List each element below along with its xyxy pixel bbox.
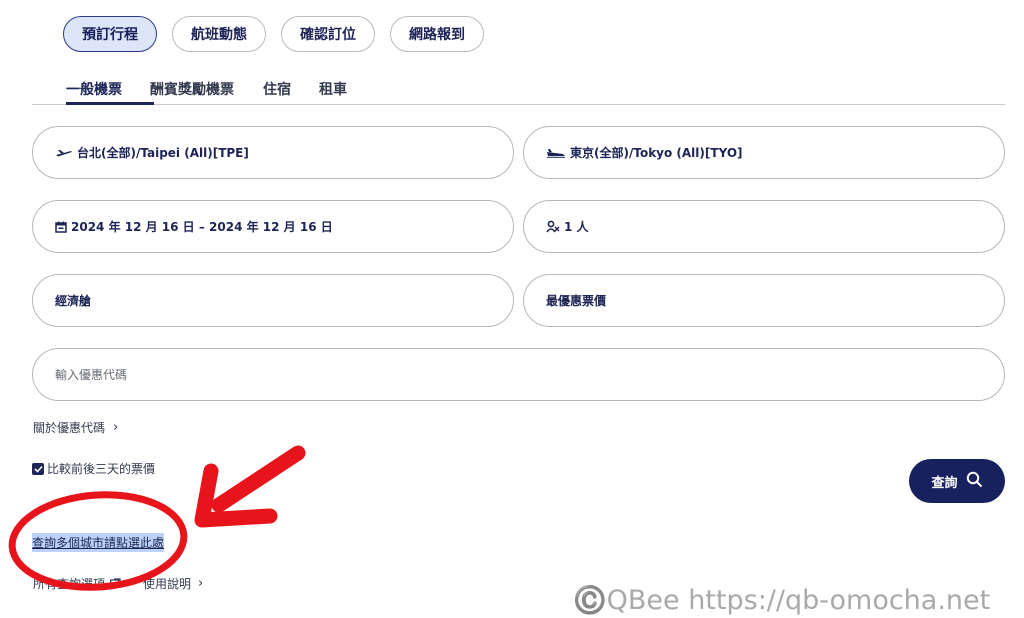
- product-tabs: 一般機票 酬賓獎勵機票 住宿 租車: [32, 70, 1005, 105]
- compare-fares-checkbox[interactable]: [32, 462, 44, 475]
- promo-code-input[interactable]: [55, 367, 955, 382]
- search-button[interactable]: 查詢: [909, 459, 1005, 503]
- active-tab-underline: [66, 102, 154, 105]
- destination-field[interactable]: 東京(全部)/Tokyo (All)[TYO]: [523, 126, 1005, 179]
- destination-value: 東京(全部)/Tokyo (All)[TYO]: [570, 146, 743, 160]
- tab-online-checkin[interactable]: 網路報到: [390, 16, 484, 52]
- chevron-right-icon: ›: [198, 576, 204, 591]
- bottom-links: 所有查詢選項 使用說明 ›: [33, 575, 203, 592]
- chevron-right-icon: ›: [113, 420, 119, 435]
- cabin-class-value: 經濟艙: [55, 294, 92, 308]
- fare-type-value: 最優惠票價: [546, 294, 607, 308]
- plane-takeoff-icon: [55, 148, 73, 158]
- travel-dates-field[interactable]: 2024 年 12 月 16 日 – 2024 年 12 月 16 日: [32, 200, 514, 253]
- origin-value: 台北(全部)/Taipei (All)[TPE]: [77, 146, 249, 160]
- tab-award-flights[interactable]: 酬賓獎勵機票: [150, 79, 234, 99]
- promo-code-info-link[interactable]: 關於優惠代碼 ›: [33, 419, 118, 436]
- tab-flight-status[interactable]: 航班動態: [172, 16, 266, 52]
- promo-code-field[interactable]: [32, 348, 1005, 401]
- booking-mode-tabs: 預訂行程 航班動態 確認訂位 網路報到: [63, 16, 484, 52]
- tab-flights[interactable]: 一般機票: [66, 79, 122, 99]
- person-icon: [546, 220, 560, 233]
- passengers-value: 1 人: [564, 220, 589, 234]
- origin-field[interactable]: 台北(全部)/Taipei (All)[TPE]: [32, 126, 514, 179]
- tab-car-rental[interactable]: 租車: [319, 79, 347, 99]
- compare-fares-checkbox-row[interactable]: 比較前後三天的票價: [32, 460, 155, 477]
- tab-hotels[interactable]: 住宿: [263, 79, 291, 99]
- tab-book-trip[interactable]: 預訂行程: [63, 16, 157, 52]
- watermark: ©️QBee https://qb-omocha.net: [573, 585, 991, 616]
- usage-guide-link[interactable]: 使用說明: [143, 575, 191, 592]
- plane-landing-icon: [546, 148, 566, 158]
- travel-dates-value: 2024 年 12 月 16 日 – 2024 年 12 月 16 日: [71, 220, 333, 234]
- calendar-icon: [55, 221, 67, 233]
- all-search-options-link[interactable]: 所有查詢選項: [33, 575, 105, 592]
- search-button-label: 查詢: [931, 475, 958, 491]
- fare-type-select[interactable]: 最優惠票價: [523, 274, 1005, 327]
- annotation-arrow-head: [194, 463, 278, 528]
- annotation-arrow-shaft: [211, 445, 306, 513]
- multi-city-link[interactable]: 查詢多個城市請點選此處: [32, 533, 165, 552]
- passengers-field[interactable]: 1 人: [523, 200, 1005, 253]
- external-link-icon: [110, 577, 121, 591]
- promo-code-info-label: 關於優惠代碼: [33, 421, 106, 435]
- search-icon: [966, 471, 983, 492]
- tab-manage-booking[interactable]: 確認訂位: [281, 16, 375, 52]
- cabin-class-select[interactable]: 經濟艙: [32, 274, 514, 327]
- compare-fares-label: 比較前後三天的票價: [47, 462, 156, 476]
